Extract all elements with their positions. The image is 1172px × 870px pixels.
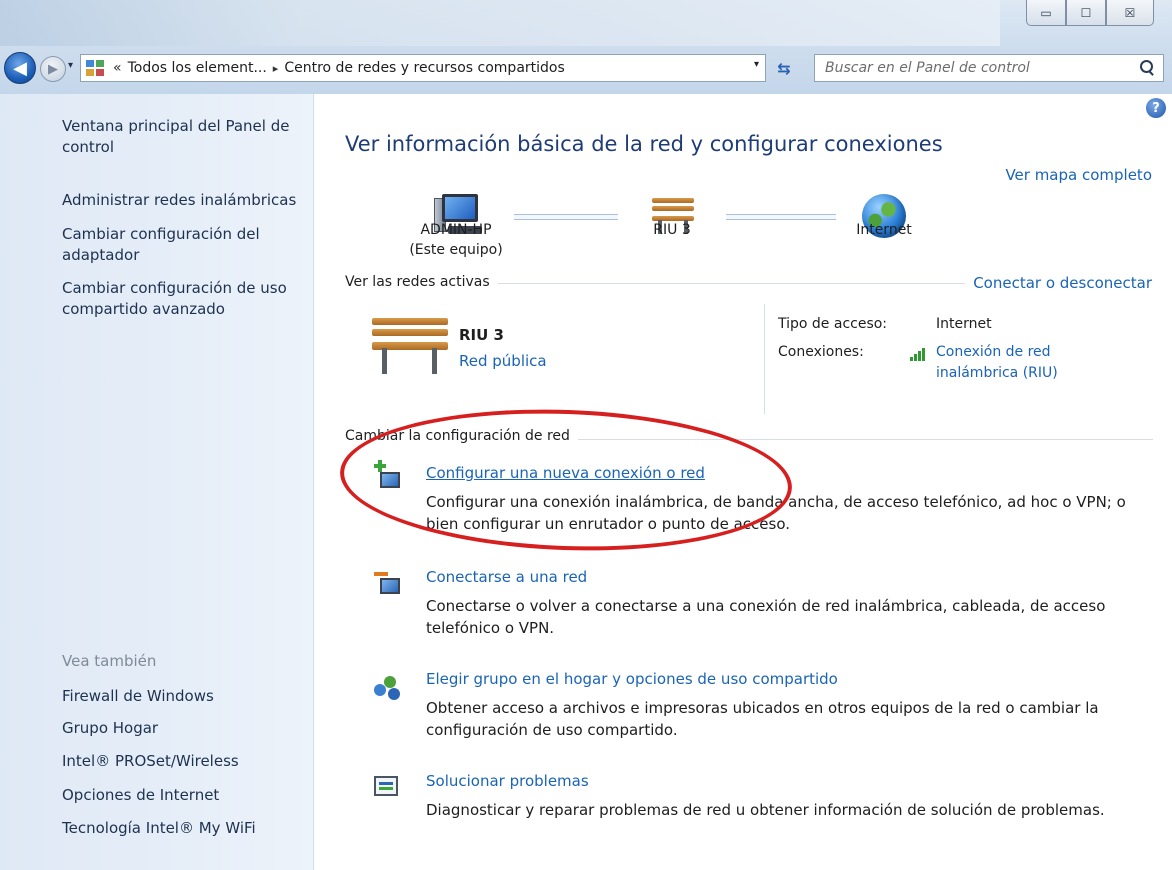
access-type-label: Tipo de acceso: [778, 316, 888, 332]
connection-name-line1: Conexión de red [936, 344, 1051, 360]
firewall-link[interactable]: Firewall de Windows [62, 686, 310, 707]
refresh-icon: ⇆ [777, 58, 791, 78]
control-panel-home-link[interactable]: Ventana principal del Panel de control [62, 116, 310, 158]
connection-name-line2: inalámbrica (RIU) [936, 365, 1058, 381]
back-button[interactable]: ◀ [4, 52, 36, 84]
manage-wireless-link[interactable]: Administrar redes inalámbricas [62, 190, 310, 211]
change-adapter-link[interactable]: Cambiar configuración del adaptador [62, 224, 310, 266]
connector-line [726, 214, 836, 220]
bench-network-icon [372, 318, 448, 376]
help-icon[interactable]: ? [1146, 98, 1166, 118]
search-input[interactable]: Buscar en el Panel de control [814, 54, 1164, 82]
breadcrumb-root[interactable]: Todos los element... [128, 60, 267, 76]
active-network-name: RIU 3 [459, 326, 504, 344]
homegroup-icon [374, 674, 402, 702]
breadcrumb-separator-icon[interactable]: ▸ [273, 62, 279, 75]
search-icon[interactable] [1139, 60, 1155, 76]
computer-subtitle: (Este equipo) [409, 242, 503, 258]
forward-button[interactable]: ▶ [40, 56, 66, 82]
window-titlebar: ▭ ☐ ☒ ◀ ▶ ▾ « Todos los element... ▸ Cen… [0, 0, 1172, 94]
connect-disconnect-link[interactable]: Conectar o desconectar [965, 274, 1152, 292]
access-type-value: Internet [936, 316, 992, 332]
arrow-right-icon: ▶ [48, 61, 58, 77]
troubleshoot-description: Diagnosticar y reparar problemas de red … [426, 801, 1105, 819]
computer-name: ADMIN-HP [420, 222, 492, 238]
internet-node-label: Internet [856, 222, 912, 238]
tasks-pane: Ventana principal del Panel de control A… [0, 94, 314, 870]
navigation-bar: ◀ ▶ ▾ « Todos los element... ▸ Centro de… [0, 50, 1172, 86]
page-title: Ver información básica de la red y confi… [345, 132, 943, 156]
minimize-button[interactable]: ▭ [1026, 0, 1066, 26]
network-node-label: RIU 3 [653, 222, 691, 238]
main-content: ? Ver información básica de la red y con… [314, 94, 1172, 870]
breadcrumb-overflow[interactable]: « [113, 60, 122, 76]
titlebar-background [0, 0, 1000, 46]
internet-options-link[interactable]: Opciones de Internet [62, 785, 310, 806]
address-dropdown-button[interactable]: ▾ [754, 59, 759, 70]
connect-to-network-description: Conectarse o volver a conectarse a una c… [426, 597, 1106, 637]
homegroup-sharing-link[interactable]: Elegir grupo en el hogar y opciones de u… [426, 670, 838, 688]
wifi-signal-icon [910, 347, 930, 361]
wireless-connection-link[interactable]: Conexión de red inalámbrica (RIU) [936, 342, 1058, 384]
close-button[interactable]: ☒ [1106, 0, 1154, 26]
breadcrumb-current[interactable]: Centro de redes y recursos compartidos [284, 60, 564, 76]
intel-my-wifi-link[interactable]: Tecnología Intel® My WiFi [62, 818, 310, 839]
full-map-link[interactable]: Ver mapa completo [1005, 166, 1152, 184]
control-panel-icon [85, 59, 107, 77]
window-controls: ▭ ☐ ☒ [1026, 0, 1154, 28]
refresh-button[interactable]: ⇆ [770, 54, 798, 82]
connect-to-network-link[interactable]: Conectarse a una red [426, 568, 587, 586]
see-also-heading: Vea también [62, 652, 157, 670]
recent-pages-dropdown[interactable]: ▾ [68, 60, 73, 71]
troubleshoot-icon [374, 774, 402, 802]
active-networks-heading: Ver las redes activas [345, 274, 498, 290]
connector-line [514, 214, 618, 220]
connections-label: Conexiones: [778, 344, 864, 360]
homegroup-sharing-description: Obtener acceso a archivos e impresoras u… [426, 699, 1099, 739]
highlight-annotation [337, 402, 795, 558]
search-placeholder: Buscar en el Panel de control [825, 60, 1030, 76]
computer-node-label: ADMIN-HP (Este equipo) [402, 220, 510, 260]
arrow-left-icon: ◀ [13, 57, 27, 79]
advanced-sharing-link[interactable]: Cambiar configuración de uso compartido … [62, 278, 310, 320]
network-location-link[interactable]: Red pública [459, 352, 547, 370]
connect-network-icon [374, 570, 402, 598]
intel-proset-link[interactable]: Intel® PROSet/Wireless [62, 751, 310, 772]
homegroup-link[interactable]: Grupo Hogar [62, 718, 310, 739]
troubleshoot-link[interactable]: Solucionar problemas [426, 772, 589, 790]
address-bar[interactable]: « Todos los element... ▸ Centro de redes… [80, 54, 766, 82]
maximize-button[interactable]: ☐ [1066, 0, 1106, 26]
divider [764, 304, 765, 414]
